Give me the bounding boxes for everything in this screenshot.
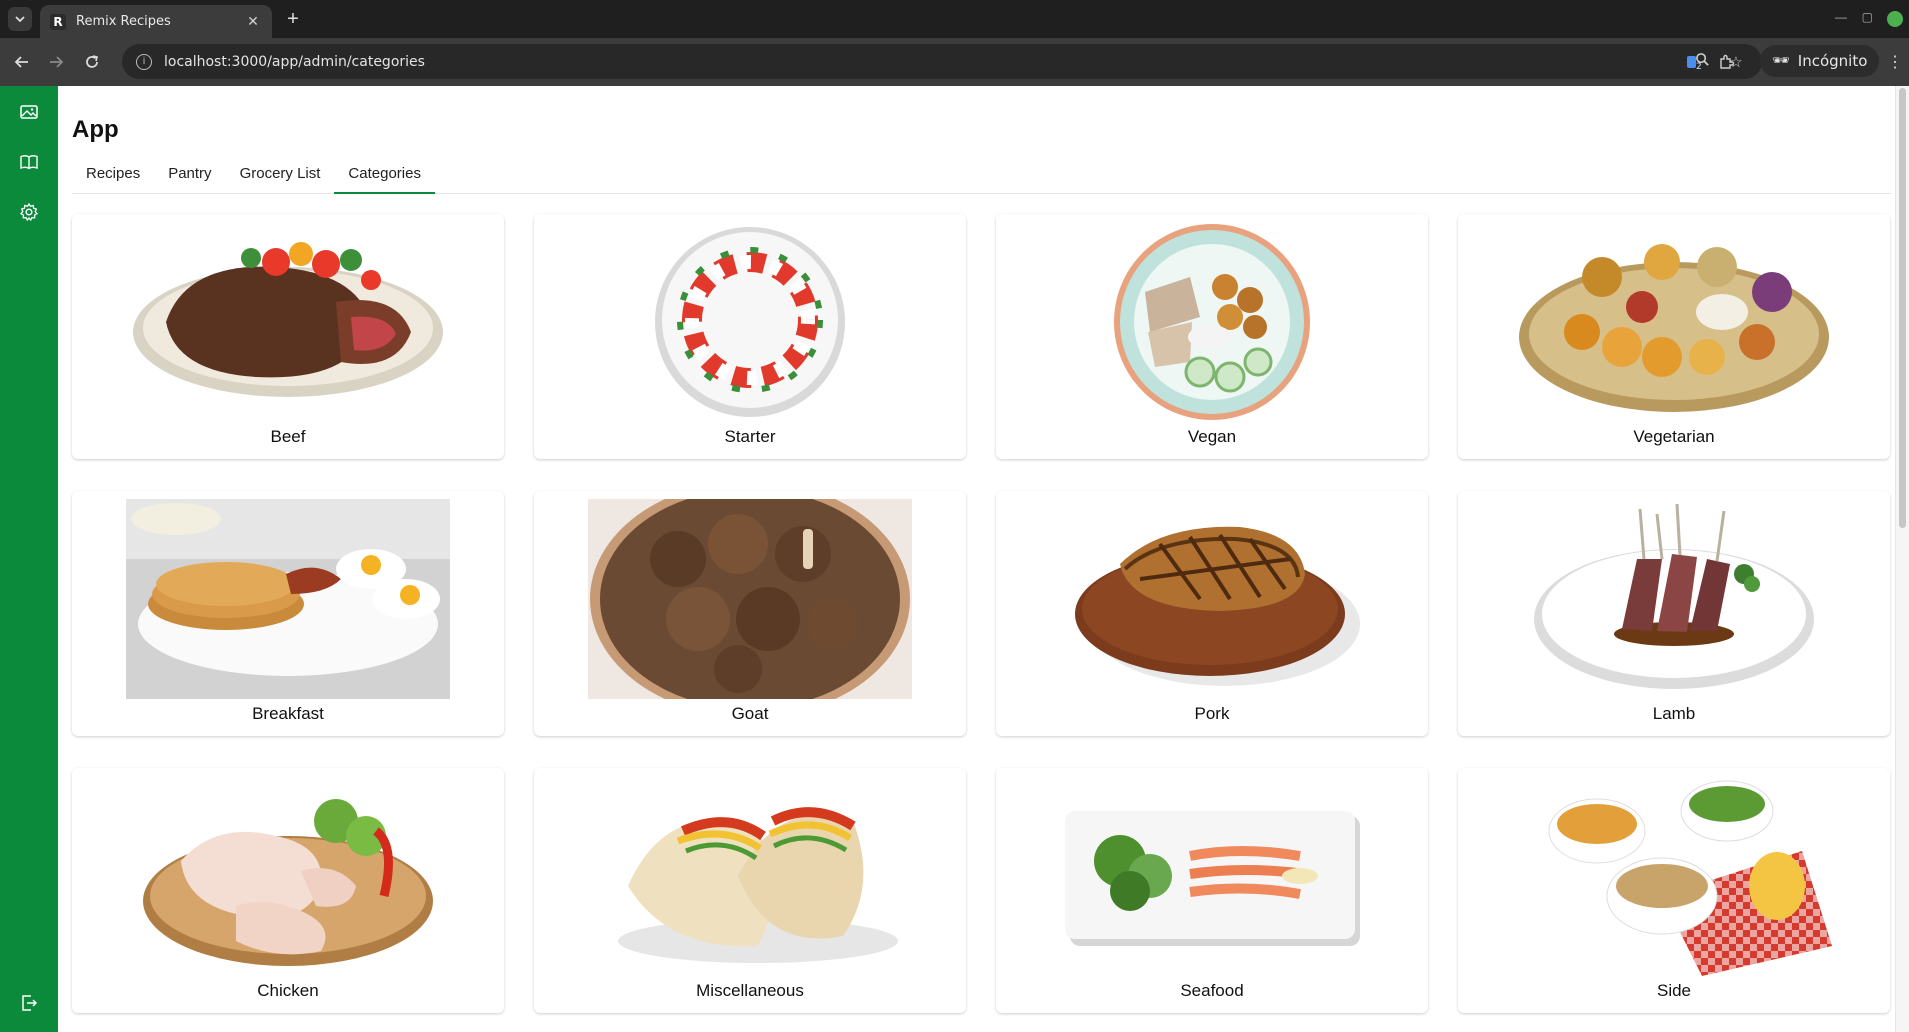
- category-label: Seafood: [1180, 981, 1244, 1000]
- sidebar: [0, 86, 58, 1032]
- tab-search-button[interactable]: [8, 7, 32, 31]
- arrow-right-icon: [50, 56, 64, 68]
- main-content: App Recipes Pantry Grocery List Categori…: [72, 86, 1892, 1032]
- minimize-icon[interactable]: —: [1835, 10, 1847, 24]
- site-info-icon[interactable]: i: [136, 53, 152, 70]
- incognito-icon: 🕶: [1772, 53, 1790, 69]
- category-label: Starter: [724, 427, 776, 446]
- goat-image: [588, 499, 912, 699]
- extensions-puzzle-icon[interactable]: [1714, 50, 1738, 74]
- scrollbar-thumb[interactable]: [1899, 88, 1906, 528]
- page-title: App: [72, 116, 119, 143]
- reload-button[interactable]: [80, 50, 104, 74]
- category-card-starter[interactable]: Starter: [534, 214, 966, 459]
- tab-recipes[interactable]: Recipes: [72, 160, 154, 194]
- incognito-badge[interactable]: 🕶 Incógnito: [1760, 45, 1880, 77]
- tab-pantry[interactable]: Pantry: [154, 160, 225, 194]
- image-icon: [20, 105, 38, 119]
- lamb-image: [1534, 503, 1814, 689]
- beef-image: [133, 242, 443, 397]
- incognito-label: Incógnito: [1797, 52, 1868, 70]
- forward-button[interactable]: [44, 50, 68, 74]
- url-text[interactable]: localhost:3000/app/admin/categories: [164, 54, 1680, 70]
- category-card-side[interactable]: Side: [1458, 768, 1890, 1013]
- category-card-seafood[interactable]: Seafood: [996, 768, 1428, 1013]
- close-tab-icon[interactable]: ✕: [244, 13, 262, 30]
- category-card-beef[interactable]: Beef: [72, 214, 504, 459]
- back-button[interactable]: [10, 50, 34, 74]
- tab-title: Remix Recipes: [76, 14, 171, 29]
- category-card-breakfast[interactable]: Breakfast: [72, 491, 504, 736]
- category-label: Breakfast: [252, 704, 324, 723]
- maximize-icon[interactable]: ▢: [1862, 10, 1873, 24]
- settings-icon: [19, 202, 39, 222]
- category-card-vegan[interactable]: Vegan: [996, 214, 1428, 459]
- category-card-goat[interactable]: Goat: [534, 491, 966, 736]
- category-label: Vegetarian: [1633, 427, 1715, 446]
- sidebar-item-settings[interactable]: [17, 200, 41, 224]
- category-card-pork[interactable]: Pork: [996, 491, 1428, 736]
- miscellaneous-image: [618, 807, 898, 963]
- logout-icon: [22, 995, 38, 1011]
- address-bar[interactable]: i localhost:3000/app/admin/categories ☆: [122, 44, 1762, 79]
- category-grid: Beef Starter Vegan Vegetarian Breakfast …: [72, 214, 1891, 1013]
- browser-tab[interactable]: R Remix Recipes ✕: [40, 5, 272, 38]
- sidebar-item-recipes[interactable]: [17, 100, 41, 124]
- browser-menu-icon[interactable]: ⋮: [1887, 52, 1903, 72]
- sidebar-item-discover[interactable]: [17, 150, 41, 174]
- category-card-chicken[interactable]: Chicken: [72, 768, 504, 1013]
- chicken-image: [143, 799, 433, 966]
- vegan-image: [1114, 224, 1310, 420]
- browser-toolbar: i localhost:3000/app/admin/categories ☆ …: [0, 38, 1909, 86]
- category-label: Lamb: [1652, 704, 1696, 723]
- category-label: Miscellaneous: [696, 981, 804, 1000]
- arrow-left-icon: [14, 56, 28, 68]
- app-tabs: Recipes Pantry Grocery List Categories: [72, 160, 1891, 194]
- app-viewport: App Recipes Pantry Grocery List Categori…: [0, 86, 1909, 1032]
- category-label: Pork: [1194, 704, 1230, 723]
- extension-icon[interactable]: 2: [1682, 50, 1706, 74]
- category-card-miscellaneous[interactable]: Miscellaneous: [534, 768, 966, 1013]
- category-label: Beef: [270, 427, 306, 446]
- category-label: Goat: [731, 704, 769, 723]
- pork-image: [1075, 526, 1360, 686]
- category-label: Vegan: [1187, 427, 1237, 446]
- breakfast-image: [126, 499, 450, 699]
- book-icon: [20, 155, 38, 170]
- category-label: Chicken: [257, 981, 319, 1000]
- reload-icon: [86, 55, 98, 68]
- favicon-icon: R: [50, 13, 66, 30]
- svg-text:2: 2: [1696, 62, 1702, 71]
- new-tab-button[interactable]: +: [282, 8, 304, 30]
- category-card-vegetarian[interactable]: Vegetarian: [1458, 214, 1890, 459]
- category-label: Side: [1656, 981, 1692, 1000]
- seafood-image: [1065, 811, 1360, 946]
- sidebar-item-logout[interactable]: [17, 991, 41, 1015]
- starter-image: [655, 227, 845, 417]
- browser-tabstrip: R Remix Recipes ✕ + — ▢: [0, 0, 1909, 38]
- tab-categories[interactable]: Categories: [334, 160, 435, 194]
- side-image: [1548, 780, 1832, 976]
- page-scrollbar[interactable]: [1895, 86, 1909, 1032]
- vegetarian-image: [1519, 244, 1829, 412]
- chevron-down-icon: [15, 16, 25, 23]
- category-card-lamb[interactable]: Lamb: [1458, 491, 1890, 736]
- close-window-button[interactable]: [1887, 11, 1903, 27]
- tab-grocery-list[interactable]: Grocery List: [226, 160, 335, 194]
